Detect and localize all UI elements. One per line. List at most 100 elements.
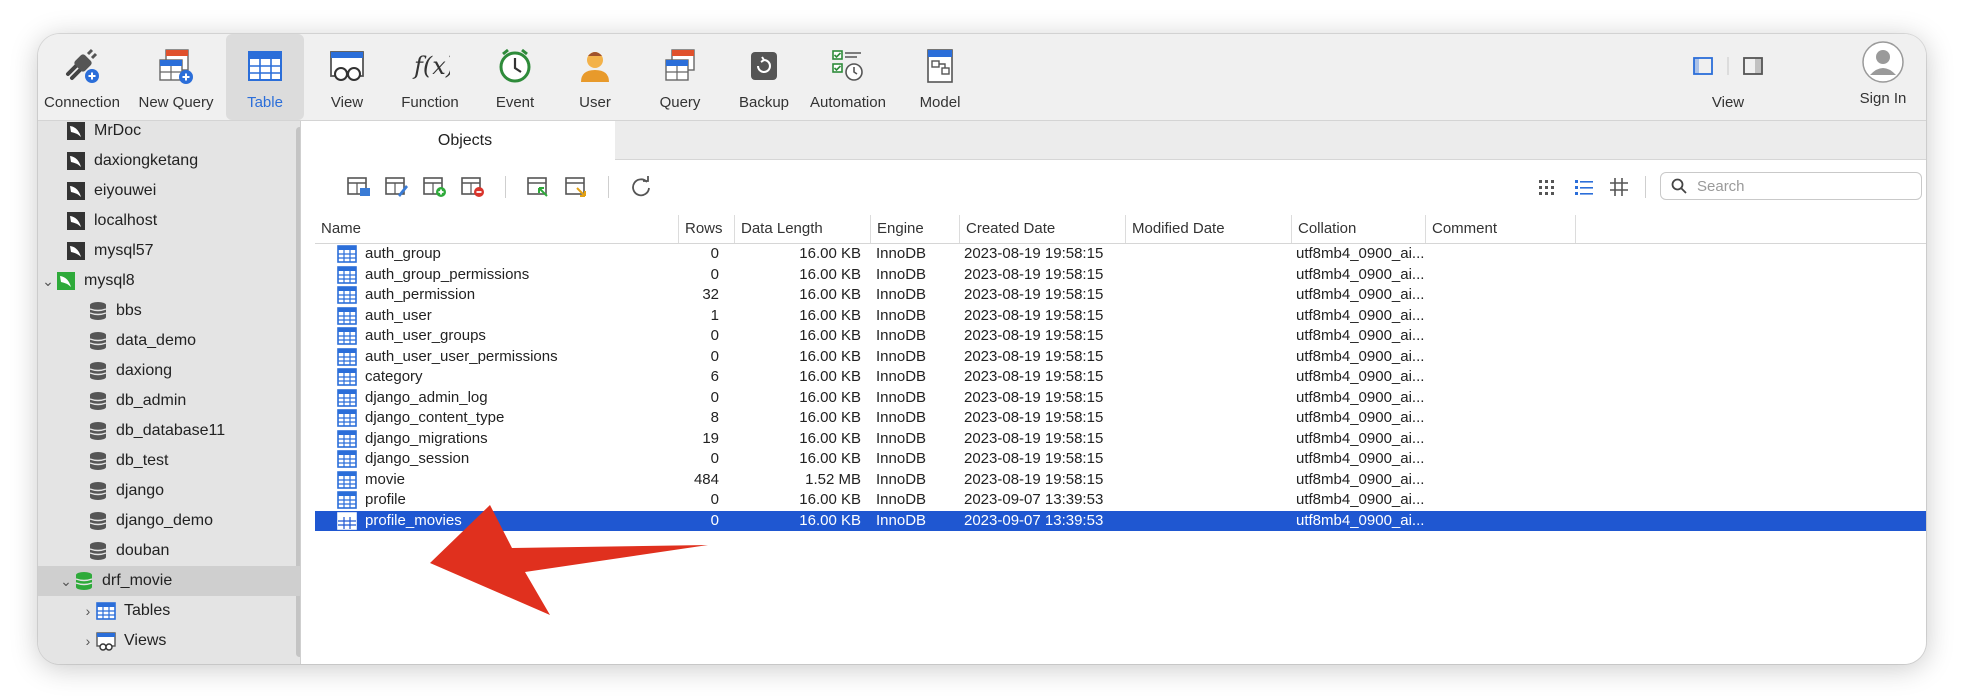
toolbar-user-button[interactable]: User: [567, 34, 623, 120]
cell-engine: InnoDB: [876, 409, 927, 426]
search-field[interactable]: [1660, 172, 1922, 200]
search-input[interactable]: [1695, 176, 1899, 196]
refresh-icon[interactable]: [627, 174, 655, 200]
column-header-engine[interactable]: Engine: [871, 215, 960, 243]
database-icon: [88, 361, 108, 381]
list-view-icon[interactable]: [1570, 174, 1598, 200]
cell-collation: utf8mb4_0900_ai...: [1296, 429, 1425, 447]
cell-data-length: 16.00 KB: [799, 306, 861, 324]
sidebar-item-tables[interactable]: › Tables: [38, 596, 170, 626]
toolbar-event-button[interactable]: Event: [487, 34, 543, 120]
column-header-rows[interactable]: Rows: [679, 215, 735, 243]
sidebar-item-daxiong[interactable]: daxiong: [38, 356, 172, 386]
cell-engine: InnoDB: [876, 286, 927, 303]
cell-collation: utf8mb4_0900_ai...: [1296, 511, 1425, 529]
toolbar-label: Event: [495, 94, 535, 111]
column-header-comment[interactable]: Comment: [1426, 215, 1576, 243]
table-row[interactable]: auth_group_permissions 0 16.00 KB InnoDB 202…: [315, 265, 1926, 285]
toolbar-query-button[interactable]: Query: [647, 34, 713, 120]
table-row[interactable]: profile_movies 0 16.00 KB InnoDB 2023-09-07 …: [315, 510, 1926, 531]
cell-collation: utf8mb4_0900_ai...: [1296, 470, 1425, 488]
cell-data-length: 16.00 KB: [799, 429, 861, 447]
table-icon: [337, 491, 357, 509]
table-row[interactable]: django_session 0 16.00 KB InnoDB 2023-08-19 …: [315, 449, 1926, 469]
sidebar-item-mysql8[interactable]: ⌄ mysql8: [38, 266, 135, 296]
sidebar-item-views[interactable]: › Views: [38, 626, 166, 656]
sidebar-item-django_demo[interactable]: django_demo: [38, 506, 213, 536]
table-row[interactable]: auth_group 0 16.00 KB InnoDB 2023-08-19 19:5…: [315, 244, 1926, 264]
cell-data-length: 16.00 KB: [799, 368, 861, 385]
cell-created: 2023-08-19 19:58:15: [964, 409, 1104, 426]
column-header-modified-date[interactable]: Modified Date: [1126, 215, 1292, 243]
toolbar-table-button[interactable]: Table: [226, 34, 304, 120]
table-row[interactable]: auth_permission 32 16.00 KB InnoDB 2023-08-1…: [315, 285, 1926, 305]
cell-collation: utf8mb4_0900_ai...: [1296, 450, 1425, 467]
column-header-collation[interactable]: Collation: [1292, 215, 1426, 243]
toolbar-model-button[interactable]: Model: [908, 34, 972, 120]
export-icon[interactable]: [563, 174, 591, 200]
column-header-created-date[interactable]: Created Date: [960, 215, 1126, 243]
sidebar-item-data_demo[interactable]: data_demo: [38, 326, 196, 356]
cell-rows: 0: [710, 327, 719, 344]
table-row[interactable]: auth_user 1 16.00 KB InnoDB 2023-08-19 19:58…: [315, 306, 1926, 326]
sidebar-item-douban[interactable]: douban: [38, 536, 169, 566]
chevron-right-icon[interactable]: ›: [80, 603, 96, 619]
model-icon: [918, 44, 962, 88]
sidebar-item-label: django_demo: [116, 512, 213, 529]
toolbar-view-button[interactable]: View: [315, 34, 379, 120]
design-table-icon[interactable]: [383, 174, 411, 200]
sidebar-item-django[interactable]: django: [38, 476, 164, 506]
toolbar-automation-button[interactable]: Automation: [804, 34, 892, 120]
sign-in-button[interactable]: Sign In: [1848, 34, 1918, 120]
sidebar-item-label: douban: [116, 542, 170, 559]
toolbar-new-query-button[interactable]: New Query: [136, 34, 216, 120]
chevron-right-icon[interactable]: ›: [80, 633, 96, 649]
column-header-name[interactable]: Name: [315, 215, 679, 243]
sidebar-item-localhost[interactable]: localhost: [38, 206, 157, 236]
sidebar-item-bbs[interactable]: bbs: [38, 296, 142, 326]
grid-view-icon[interactable]: [1533, 174, 1561, 200]
table-row[interactable]: movie 484 1.52 MB InnoDB 2023-08-19 19:58:15…: [315, 470, 1926, 490]
table-icon: [337, 265, 357, 284]
import-icon[interactable]: [525, 174, 553, 200]
sidebar-item-mrdoc[interactable]: MrDoc: [38, 121, 141, 146]
cell-name: auth_group_permissions: [365, 265, 530, 283]
table-row[interactable]: auth_user_user_permissions 0 16.00 KB InnoD…: [315, 347, 1926, 367]
column-header-data-length[interactable]: Data Length: [735, 215, 871, 243]
toolbar-view-toggle-button[interactable]: View: [1678, 34, 1778, 120]
table-icon: [337, 368, 357, 386]
table-row[interactable]: django_migrations 19 16.00 KB InnoDB 2023-08…: [315, 429, 1926, 449]
table-row[interactable]: django_content_type 8 16.00 KB InnoDB 2023-0…: [315, 408, 1926, 428]
sidebar-item-daxiongketang[interactable]: daxiongketang: [38, 146, 198, 176]
detail-view-icon[interactable]: [1605, 174, 1633, 200]
chevron-down-icon[interactable]: ⌄: [58, 573, 74, 590]
sidebar-item-label: Views: [124, 632, 167, 649]
table-row[interactable]: auth_user_groups 0 16.00 KB InnoDB 2023-08-1…: [315, 326, 1926, 346]
delete-table-icon[interactable]: [459, 174, 487, 200]
toolbar-connection-button[interactable]: Connection: [42, 34, 122, 120]
table-row[interactable]: category 6 16.00 KB InnoDB 2023-08-19 19:58:…: [315, 367, 1926, 387]
table-row[interactable]: django_admin_log 0 16.00 KB InnoDB 2023-08-1…: [315, 388, 1926, 408]
chevron-down-icon[interactable]: ⌄: [40, 273, 56, 290]
table-row[interactable]: profile 0 16.00 KB InnoDB 2023-09-07 13:39:5…: [315, 490, 1926, 510]
cell-created: 2023-08-19 19:58:15: [964, 265, 1104, 283]
views-icon: [96, 631, 116, 651]
cell-engine: InnoDB: [876, 245, 927, 262]
table-icon: [337, 409, 357, 427]
sidebar-item-mysql57[interactable]: mysql57: [38, 236, 154, 266]
sidebar-item-label: data_demo: [116, 332, 197, 349]
database-icon: [88, 511, 108, 531]
table-icon: [337, 429, 357, 448]
toolbar-function-button[interactable]: f(x) Function: [392, 34, 468, 120]
sidebar-item-db_admin[interactable]: db_admin: [38, 386, 186, 416]
sidebar-item-db_database11[interactable]: db_database11: [38, 416, 225, 446]
new-table-icon[interactable]: [421, 174, 449, 200]
sidebar-item-eiyouwei[interactable]: eiyouwei: [38, 176, 156, 206]
tab-objects[interactable]: Objects: [315, 121, 615, 160]
open-table-icon[interactable]: [345, 174, 373, 200]
cell-created: 2023-08-19 19:58:15: [964, 429, 1104, 447]
sidebar-item-db_test[interactable]: db_test: [38, 446, 168, 476]
sidebar-item-drf_movie[interactable]: ⌄ drf_movie: [38, 566, 300, 596]
toolbar-backup-button[interactable]: Backup: [731, 34, 797, 120]
sidebar-item-label: drf_movie: [102, 572, 173, 589]
